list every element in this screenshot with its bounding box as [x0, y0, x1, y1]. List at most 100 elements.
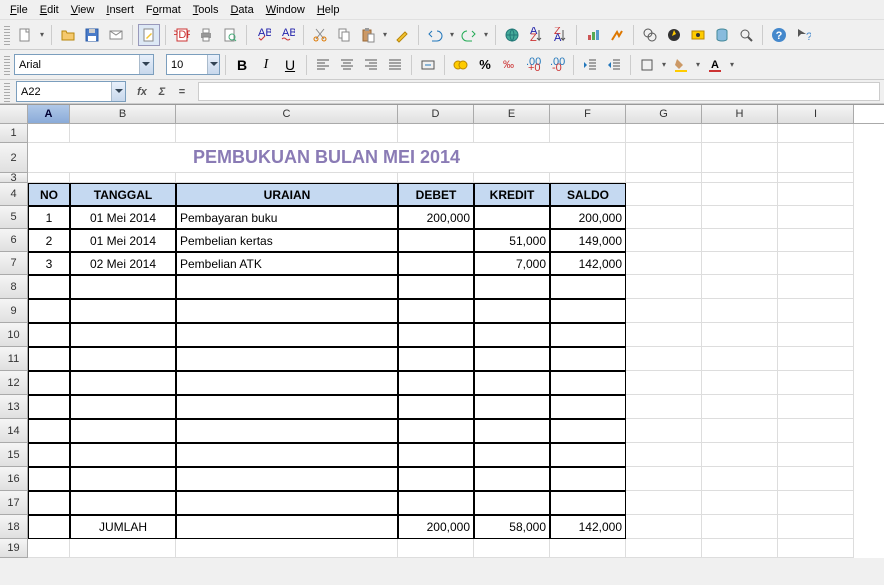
cell[interactable] [550, 173, 626, 183]
header-kredit[interactable]: KREDIT [474, 183, 550, 206]
cell-empty[interactable] [176, 491, 398, 515]
row-header-15[interactable]: 15 [0, 443, 28, 467]
cell-empty[interactable] [550, 467, 626, 491]
cell[interactable] [550, 539, 626, 558]
cell-empty[interactable] [550, 323, 626, 347]
cell[interactable] [702, 395, 778, 419]
cell[interactable] [778, 299, 854, 323]
cell[interactable] [778, 229, 854, 252]
select-all-corner[interactable] [0, 105, 28, 123]
fx-wizard-button[interactable]: fx [134, 84, 150, 100]
cell[interactable] [626, 299, 702, 323]
toolbar-handle[interactable] [4, 82, 10, 102]
dropdown-arrow-icon[interactable] [207, 55, 219, 74]
cell[interactable] [702, 252, 778, 275]
cell[interactable] [474, 173, 550, 183]
row-header-4[interactable]: 4 [0, 183, 28, 206]
cell-empty[interactable] [398, 371, 474, 395]
cell[interactable] [70, 173, 176, 183]
cell-empty[interactable] [176, 395, 398, 419]
print-button[interactable] [195, 24, 217, 46]
cell[interactable] [702, 491, 778, 515]
cell[interactable] [398, 173, 474, 183]
cell-empty[interactable] [398, 443, 474, 467]
cell-empty[interactable] [398, 419, 474, 443]
datasources-button[interactable] [711, 24, 733, 46]
cell-empty[interactable] [398, 395, 474, 419]
col-header-E[interactable]: E [474, 105, 550, 123]
cell[interactable] [70, 124, 176, 143]
cell[interactable] [778, 173, 854, 183]
gallery-button[interactable] [687, 24, 709, 46]
header-saldo[interactable]: SALDO [550, 183, 626, 206]
cell-saldo[interactable]: 149,000 [550, 229, 626, 252]
cell[interactable] [778, 252, 854, 275]
name-box[interactable] [16, 81, 126, 102]
menu-format[interactable]: Format [140, 2, 187, 18]
cell[interactable] [702, 183, 778, 206]
cell-empty[interactable] [70, 347, 176, 371]
cell[interactable] [398, 539, 474, 558]
cell-empty[interactable] [28, 395, 70, 419]
row-header-13[interactable]: 13 [0, 395, 28, 419]
cell[interactable] [778, 323, 854, 347]
cell-empty[interactable] [474, 299, 550, 323]
cell[interactable] [778, 275, 854, 299]
cell-empty[interactable] [176, 515, 398, 539]
cell-debet[interactable] [398, 252, 474, 275]
menu-file[interactable]: File [4, 2, 34, 18]
bgcolor-button[interactable] [670, 54, 692, 76]
borders-dropdown[interactable]: ▾ [660, 60, 668, 69]
row-header-18[interactable]: 18 [0, 515, 28, 539]
cell-jumlah-debet[interactable]: 200,000 [398, 515, 474, 539]
cell[interactable] [626, 419, 702, 443]
cell-empty[interactable] [176, 299, 398, 323]
cell[interactable] [702, 275, 778, 299]
col-header-D[interactable]: D [398, 105, 474, 123]
preview-button[interactable] [219, 24, 241, 46]
col-header-B[interactable]: B [70, 105, 176, 123]
cell-empty[interactable] [70, 371, 176, 395]
cell-empty[interactable] [176, 347, 398, 371]
paintbrush-button[interactable] [391, 24, 413, 46]
cell-saldo[interactable]: 142,000 [550, 252, 626, 275]
cell[interactable] [626, 173, 702, 183]
cell[interactable] [398, 124, 474, 143]
col-header-A[interactable]: A [28, 105, 70, 123]
fontcolor-dropdown[interactable]: ▾ [728, 60, 736, 69]
cell[interactable] [550, 124, 626, 143]
cell-tanggal[interactable]: 01 Mei 2014 [70, 206, 176, 229]
cell[interactable] [28, 124, 70, 143]
cell-empty[interactable] [550, 419, 626, 443]
cell[interactable] [702, 206, 778, 229]
cell[interactable] [778, 491, 854, 515]
cell-empty[interactable] [70, 395, 176, 419]
cell-debet[interactable]: 200,000 [398, 206, 474, 229]
cell[interactable] [702, 419, 778, 443]
row-header-19[interactable]: 19 [0, 539, 28, 558]
cell-empty[interactable] [550, 299, 626, 323]
dropdown-arrow-icon[interactable] [139, 55, 153, 74]
cell-empty[interactable] [176, 419, 398, 443]
col-header-I[interactable]: I [778, 105, 854, 123]
menu-edit[interactable]: Edit [34, 2, 65, 18]
cell[interactable] [626, 124, 702, 143]
currency-button[interactable] [450, 54, 472, 76]
cell[interactable] [702, 443, 778, 467]
menu-window[interactable]: Window [260, 2, 311, 18]
whatsthis-button[interactable]: ? [792, 24, 814, 46]
cell-no[interactable]: 2 [28, 229, 70, 252]
row-header-6[interactable]: 6 [0, 229, 28, 252]
row-header-11[interactable]: 11 [0, 347, 28, 371]
cell-empty[interactable] [28, 347, 70, 371]
align-justify-button[interactable] [384, 54, 406, 76]
chart-button[interactable] [582, 24, 604, 46]
fontcolor-button[interactable]: A [704, 54, 726, 76]
cell[interactable] [626, 515, 702, 539]
redo-dropdown[interactable]: ▾ [482, 30, 490, 39]
new-button[interactable] [14, 24, 36, 46]
cell[interactable] [778, 124, 854, 143]
toolbar-handle[interactable] [4, 55, 10, 75]
percent-button[interactable]: % [474, 54, 496, 76]
bold-button[interactable]: B [231, 54, 253, 76]
